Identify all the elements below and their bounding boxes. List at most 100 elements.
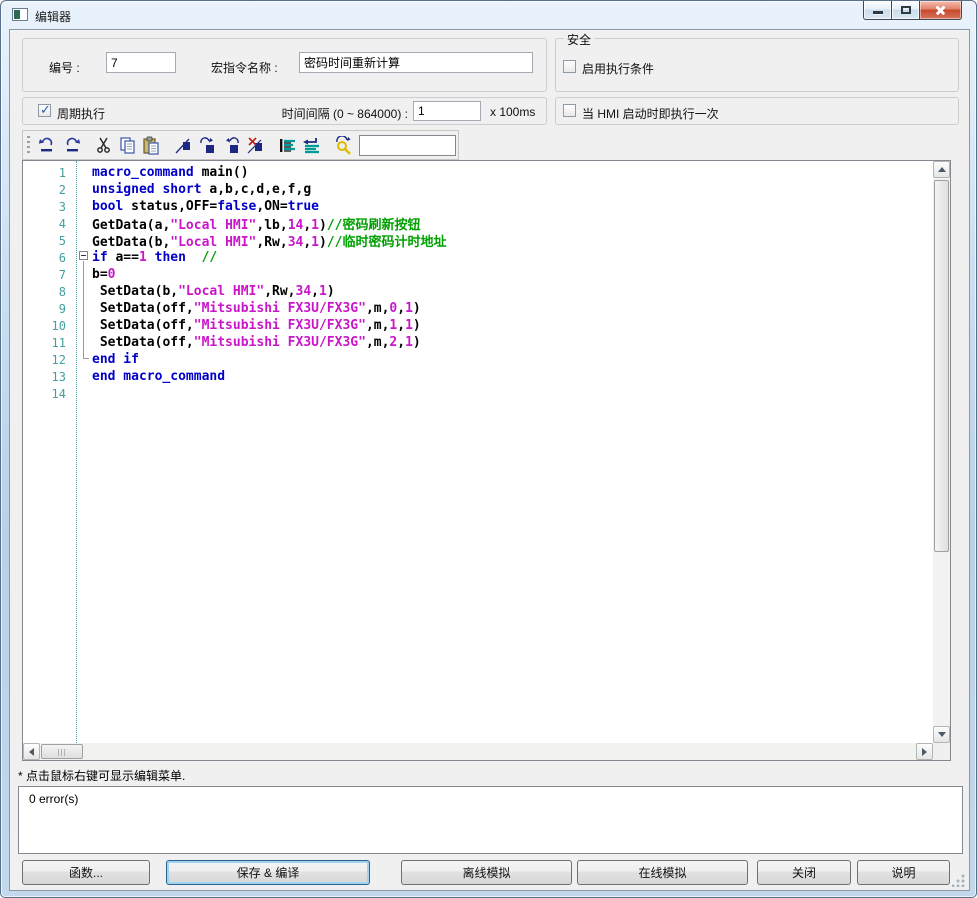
code-editor[interactable]: 1macro_command main() 2 unsigned short a,b… [22,160,951,761]
find-replace-icon [334,136,353,155]
indent-icon [278,136,297,155]
functions-button[interactable]: 函数... [22,860,150,885]
code-text: bool status,OFF=false,ON=true [92,199,319,214]
security-group-label: 安全 [564,31,594,48]
code-line[interactable]: 8 SetData(b,"Local HMI",Rw,34,1) [23,283,933,300]
cut-icon [94,136,113,155]
vertical-scroll-thumb[interactable] [934,180,949,552]
code-text: SetData(off,"Mitsubishi FX3U/FX3G",m,2,1… [92,335,421,350]
copy-button[interactable] [117,135,138,156]
run-on-startup-checkbox[interactable] [563,104,576,117]
run-on-startup-label: 当 HMI 启动时即执行一次 [582,105,719,122]
code-line[interactable]: 4GetData(a,"Local HMI",lb,14,1)//密码刷新按钮 [23,215,933,232]
window-icon [12,8,28,21]
code-line[interactable]: 1macro_command main() [23,164,933,181]
redo-icon [62,136,81,155]
window-title: 编辑器 [35,8,71,25]
horizontal-scroll-thumb[interactable] [41,744,83,759]
scroll-right-button[interactable] [916,743,933,760]
code-line[interactable]: 11 SetData(off,"Mitsubishi FX3U/FX3G",m,… [23,334,933,351]
interval-label: 时间间隔 (0 ~ 864000) : [241,105,408,122]
macro-id-group: 编号 : 宏指令名称 : [22,38,547,92]
scrollbar-corner [933,743,950,760]
paste-button[interactable] [141,135,162,156]
online-simulation-button[interactable]: 在线模拟 [577,860,748,885]
copy-icon [118,136,137,155]
fold-collapse-box[interactable] [79,251,88,260]
line-number: 3 [23,200,72,214]
maximize-icon [901,6,911,14]
compile-output-box[interactable]: 0 error(s) [18,786,963,854]
toggle-bookmark-button[interactable] [173,135,194,156]
code-text: GetData(b,"Local HMI",Rw,34,1)//临时密码计时地址 [92,231,446,250]
dialog-body: 编号 : 宏指令名称 : 安全 启用执行条件 周期执行 时间间隔 (0 ~ 86… [9,29,970,891]
next-bookmark-button[interactable] [197,135,218,156]
fold-bracket [83,261,89,359]
code-text: SetData(b,"Local HMI",Rw,34,1) [92,284,335,299]
macro-name-input[interactable] [299,52,533,73]
save-compile-button[interactable]: 保存 & 编译 [166,860,370,885]
code-view[interactable]: 1macro_command main() 2 unsigned short a,b… [23,161,933,743]
redo-button[interactable] [61,135,82,156]
line-number: 13 [23,370,72,384]
enable-condition-checkbox[interactable] [563,60,576,73]
number-input[interactable] [106,52,176,73]
scroll-left-button[interactable] [23,743,40,760]
close-window-button[interactable] [920,1,962,20]
horizontal-scrollbar[interactable] [23,743,933,760]
minimize-button[interactable] [863,1,892,20]
code-line[interactable]: 14 [23,385,933,402]
scroll-down-button[interactable] [933,726,950,743]
clear-bookmarks-button[interactable] [245,135,266,156]
paste-icon [142,136,161,155]
code-line[interactable]: 5GetData(b,"Local HMI",Rw,34,1)//临时密码计时地… [23,232,933,249]
line-number: 7 [23,268,72,282]
periodic-group: 周期执行 时间间隔 (0 ~ 864000) : x 100ms [22,97,547,125]
cut-button[interactable] [93,135,114,156]
code-line[interactable]: 10 SetData(off,"Mitsubishi FX3U/FX3G",m,… [23,317,933,334]
code-text: b=0 [92,267,115,282]
maximize-button[interactable] [892,1,920,20]
toolbar-grip-handle[interactable] [27,136,30,156]
undo-button[interactable] [37,135,58,156]
startup-group: 当 HMI 启动时即执行一次 [555,97,959,125]
line-number: 2 [23,183,72,197]
line-number: 11 [23,336,72,350]
indent-button[interactable] [277,135,298,156]
line-number: 1 [23,166,72,180]
offline-simulation-button[interactable]: 离线模拟 [401,860,572,885]
minimize-icon [873,11,883,14]
previous-bookmark-button[interactable] [221,135,242,156]
line-number: 12 [23,353,72,367]
code-line[interactable]: 6if a==1 then // [23,249,933,266]
number-label: 编号 : [49,59,80,76]
vertical-scrollbar[interactable] [933,161,950,743]
code-text: unsigned short a,b,c,d,e,f,g [92,182,311,197]
resize-grip[interactable] [952,874,965,887]
scroll-up-button[interactable] [933,161,950,178]
code-line[interactable]: 9 SetData(off,"Mitsubishi FX3U/FX3G",m,0… [23,300,933,317]
code-line[interactable]: 2 unsigned short a,b,c,d,e,f,g [23,181,933,198]
code-line[interactable]: 3 bool status,OFF=false,ON=true [23,198,933,215]
interval-input[interactable] [413,101,481,121]
title-bar[interactable]: 编辑器 [1,1,976,29]
interval-unit-label: x 100ms [490,105,535,119]
line-number: 9 [23,302,72,316]
outdent-button[interactable] [301,135,322,156]
find-replace-button[interactable] [333,135,354,156]
security-group: 安全 启用执行条件 [555,38,959,92]
arrow-down-icon [938,732,946,737]
code-line[interactable]: 13end macro_command [23,368,933,385]
code-line[interactable]: 7 b=0 [23,266,933,283]
periodic-checkbox[interactable] [38,104,51,117]
error-count-text: 0 error(s) [29,792,78,806]
arrow-up-icon [938,167,946,172]
edit-menu-hint: * 点击鼠标右键可显示编辑菜单. [18,767,185,784]
outdent-icon [302,136,321,155]
close-button[interactable]: 关闭 [757,860,851,885]
macro-name-label: 宏指令名称 : [211,59,278,76]
code-line[interactable]: 12end if [23,351,933,368]
code-lines: 1macro_command main() 2 unsigned short a,b… [23,161,933,402]
help-button[interactable]: 说明 [857,860,950,885]
search-input[interactable] [359,135,456,156]
